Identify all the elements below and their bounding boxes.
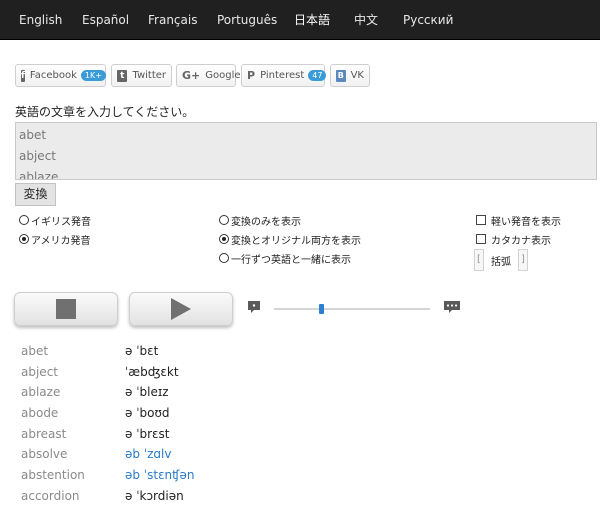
input-line: abet: [19, 128, 47, 142]
katakana-label: カタカナ表示: [491, 235, 551, 247]
speed-slider-thumb[interactable]: [318, 304, 324, 314]
line-by-line-option[interactable]: 一行ずつ英語と一緒に表示: [219, 251, 351, 266]
convert-and-original-label: 変換とオリジナル両方を表示: [231, 235, 361, 247]
brackets-label: 括弧: [491, 256, 511, 268]
result-word: ablaze: [21, 385, 61, 400]
result-row: abode ə ˈboʊd: [21, 406, 421, 427]
play-button[interactable]: [129, 292, 233, 326]
result-row: abreast ə ˈbrɛst: [21, 427, 421, 448]
result-ipa: ə ˈboʊd: [125, 406, 170, 421]
vk-label: VK: [350, 70, 364, 81]
british-radio[interactable]: [19, 215, 29, 225]
katakana-checkbox[interactable]: [476, 234, 486, 244]
american-label: アメリカ発音: [31, 235, 91, 247]
result-word: abode: [21, 406, 59, 421]
result-ipa: ə ˈbɛt: [125, 344, 159, 358]
result-ipa: ə ˈbleɪz: [125, 385, 169, 400]
bracket-right-icon: ]: [518, 249, 528, 271]
google-share-button[interactable]: G+ Google: [176, 64, 241, 87]
weak-forms-label: 軽い発音を表示: [491, 216, 561, 228]
nav-lang-portuguese[interactable]: Português: [217, 0, 277, 40]
facebook-count-badge: 1K+: [80, 70, 106, 81]
nav-lang-spanish[interactable]: Español: [82, 0, 129, 40]
nav-lang-japanese[interactable]: 日本語: [294, 0, 330, 40]
twitter-label: Twitter: [132, 70, 166, 81]
bracket-left-icon: [: [474, 249, 484, 271]
google-plus-icon: G+: [182, 68, 201, 82]
result-ipa: ə ˈkɔrdiən: [125, 488, 184, 503]
vk-icon: B: [336, 69, 346, 82]
result-row: absolve əb ˈzɑlv: [21, 447, 421, 468]
pinterest-share-button[interactable]: P Pinterest 47: [241, 64, 327, 87]
british-pronunciation-option[interactable]: イギリス発音: [19, 213, 91, 228]
language-nav-bar: English Español Français Português 日本語 中…: [0, 0, 600, 40]
result-ipa: ˈæbʤɛkt: [125, 364, 179, 379]
pinterest-label: Pinterest: [260, 70, 305, 81]
result-word: absolve: [21, 447, 68, 462]
fast-speech-icon[interactable]: [443, 299, 461, 315]
convert-button[interactable]: 変換: [15, 183, 56, 206]
pinterest-count-badge: 47: [308, 70, 327, 81]
convert-only-radio[interactable]: [219, 215, 229, 225]
convert-and-original-radio[interactable]: [219, 234, 229, 244]
weak-forms-option[interactable]: 軽い発音を表示: [476, 213, 561, 228]
twitter-share-button[interactable]: t Twitter: [111, 64, 172, 87]
convert-only-label: 変換のみを表示: [231, 216, 301, 228]
result-row: abject ˈæbʤɛkt: [21, 365, 421, 386]
input-line: ablaze: [19, 170, 59, 180]
play-icon: [171, 298, 191, 320]
nav-lang-french[interactable]: Français: [148, 0, 197, 40]
facebook-share-button[interactable]: f Facebook 1K+: [15, 64, 106, 87]
american-radio[interactable]: [19, 234, 29, 244]
result-word: abject: [21, 364, 58, 379]
brackets-toggle[interactable]: [ 括弧 ]: [474, 249, 528, 271]
nav-lang-russian[interactable]: Русский: [403, 0, 453, 40]
facebook-label: Facebook: [29, 70, 77, 81]
line-by-line-radio[interactable]: [219, 253, 229, 263]
twitter-icon: t: [117, 69, 128, 82]
result-word: abet: [21, 344, 49, 358]
result-row: ablaze ə ˈbleɪz: [21, 385, 421, 406]
facebook-icon: f: [21, 69, 25, 82]
slow-speech-icon[interactable]: [246, 299, 262, 315]
american-pronunciation-option[interactable]: アメリカ発音: [19, 232, 91, 247]
google-label: Google: [205, 70, 241, 81]
katakana-option[interactable]: カタカナ表示: [476, 232, 551, 247]
pinterest-icon: P: [247, 68, 256, 82]
result-row: abet ə ˈbɛt: [21, 344, 421, 365]
input-line: abject: [19, 149, 56, 163]
nav-lang-english[interactable]: English: [19, 0, 62, 40]
result-word: accordion: [21, 488, 80, 503]
vk-share-button[interactable]: B VK: [330, 64, 370, 87]
stop-icon: [56, 299, 76, 319]
result-row: abstention əb ˈstɛnʧən: [21, 468, 421, 489]
result-ipa[interactable]: əb ˈstɛnʧən: [125, 468, 194, 482]
english-text-input[interactable]: abet abject ablaze: [15, 122, 597, 180]
nav-lang-chinese[interactable]: 中文: [354, 0, 378, 40]
result-row: accordion ə ˈkɔrdiən: [21, 489, 421, 510]
speed-slider[interactable]: [274, 304, 430, 314]
result-ipa: ə ˈbrɛst: [125, 426, 170, 441]
convert-and-original-option[interactable]: 変換とオリジナル両方を表示: [219, 232, 361, 247]
line-by-line-label: 一行ずつ英語と一緒に表示: [231, 254, 351, 266]
stop-button[interactable]: [14, 292, 118, 326]
input-prompt: 英語の文章を入力してください。: [15, 105, 195, 119]
result-ipa[interactable]: əb ˈzɑlv: [125, 447, 171, 461]
convert-only-option[interactable]: 変換のみを表示: [219, 213, 301, 228]
transcription-results: abet ə ˈbɛt abject ˈæbʤɛkt ablaze ə ˈble…: [21, 344, 421, 510]
result-word: abreast: [21, 426, 67, 441]
british-label: イギリス発音: [31, 216, 91, 228]
weak-forms-checkbox[interactable]: [476, 215, 486, 225]
result-word: abstention: [21, 468, 85, 483]
